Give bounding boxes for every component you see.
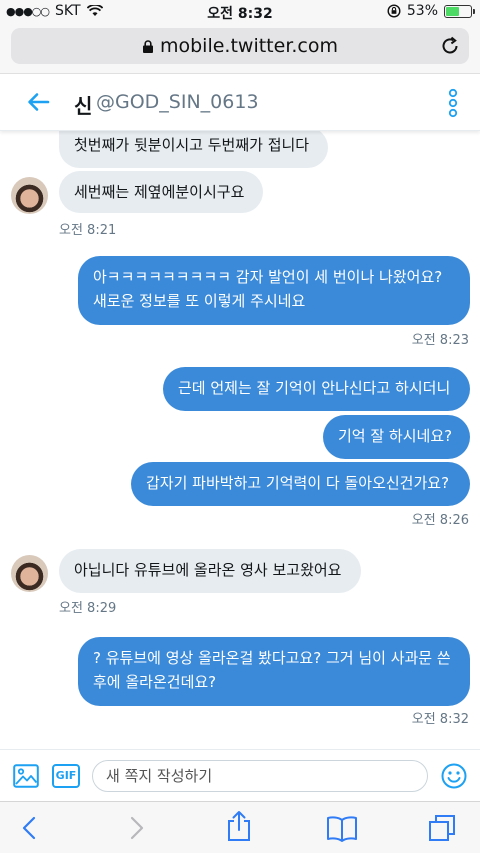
message-timestamp: 오전 8:23	[411, 333, 469, 348]
browser-address-area: mobile.twitter.com	[0, 24, 480, 74]
message-bubble[interactable]: 아ㅋㅋㅋㅋㅋㅋㅋㅋㅋ 감자 발언이 세 번이나 나왔어요? 새로운 정보를 또 …	[78, 256, 470, 325]
back-arrow-icon[interactable]	[26, 90, 50, 114]
message-bubble[interactable]: 근데 언제는 잘 기억이 안나신다고 하시더니	[163, 367, 470, 411]
reload-icon[interactable]	[439, 35, 461, 57]
battery-icon	[444, 4, 475, 18]
url-text: mobile.twitter.com	[159, 35, 339, 57]
conversation-header: 신 @GOD_SIN_0613	[0, 74, 480, 131]
message-timestamp: 오전 8:29	[59, 601, 117, 616]
avatar[interactable]	[11, 555, 48, 592]
browser-toolbar	[0, 801, 480, 853]
gif-icon[interactable]: GIF	[52, 764, 80, 788]
rotation-lock-icon	[387, 4, 401, 18]
message-bubble[interactable]: 갑자기 파바박하고 기억력이 다 돌아오신건가요?	[131, 462, 470, 506]
share-icon[interactable]	[225, 810, 253, 842]
emoji-icon[interactable]	[441, 763, 467, 789]
message-bubble[interactable]: 세번째는 제옆에분이시구요	[59, 171, 263, 213]
battery-percent: 53%	[406, 3, 438, 19]
url-display[interactable]: mobile.twitter.com	[11, 35, 469, 57]
avatar[interactable]	[11, 177, 48, 214]
safari-back-icon[interactable]	[16, 814, 44, 842]
compose-bar: GIF	[0, 749, 480, 801]
message-input[interactable]	[92, 760, 428, 792]
message-bubble[interactable]: ? 유튜브에 영상 올라온걸 봤다고요? 그거 님이 사과문 쓴 후에 올라온건…	[78, 637, 470, 706]
conversation-name: 신	[74, 94, 93, 118]
more-vertical-icon[interactable]	[448, 88, 458, 118]
photo-icon[interactable]	[13, 764, 39, 788]
lock-icon	[142, 40, 153, 53]
tabs-icon[interactable]	[428, 814, 456, 842]
status-right: 53%	[387, 3, 475, 19]
message-timestamp: 오전 8:32	[411, 712, 469, 727]
safari-forward-icon[interactable]	[122, 814, 150, 842]
message-timestamp: 오전 8:26	[411, 513, 469, 528]
address-bar[interactable]: mobile.twitter.com	[11, 28, 469, 64]
message-timestamp: 오전 8:21	[59, 223, 117, 238]
status-bar: ●●●○○ SKT 오전 8:32 53%	[0, 0, 480, 24]
conversation-handle: @GOD_SIN_0613	[96, 91, 259, 113]
message-bubble[interactable]: 첫번째가 뒷분이시고 두번째가 접니다	[59, 131, 328, 168]
message-list[interactable]: 첫번째가 뒷분이시고 두번째가 접니다 세번째는 제옆에분이시구요 오전 8:2…	[0, 131, 480, 749]
message-bubble[interactable]: 아닙니다 유튜브에 올라온 영사 보고왔어요	[59, 549, 361, 593]
bookmarks-icon[interactable]	[326, 814, 358, 842]
message-bubble[interactable]: 기억 잘 하시네요?	[323, 415, 470, 459]
